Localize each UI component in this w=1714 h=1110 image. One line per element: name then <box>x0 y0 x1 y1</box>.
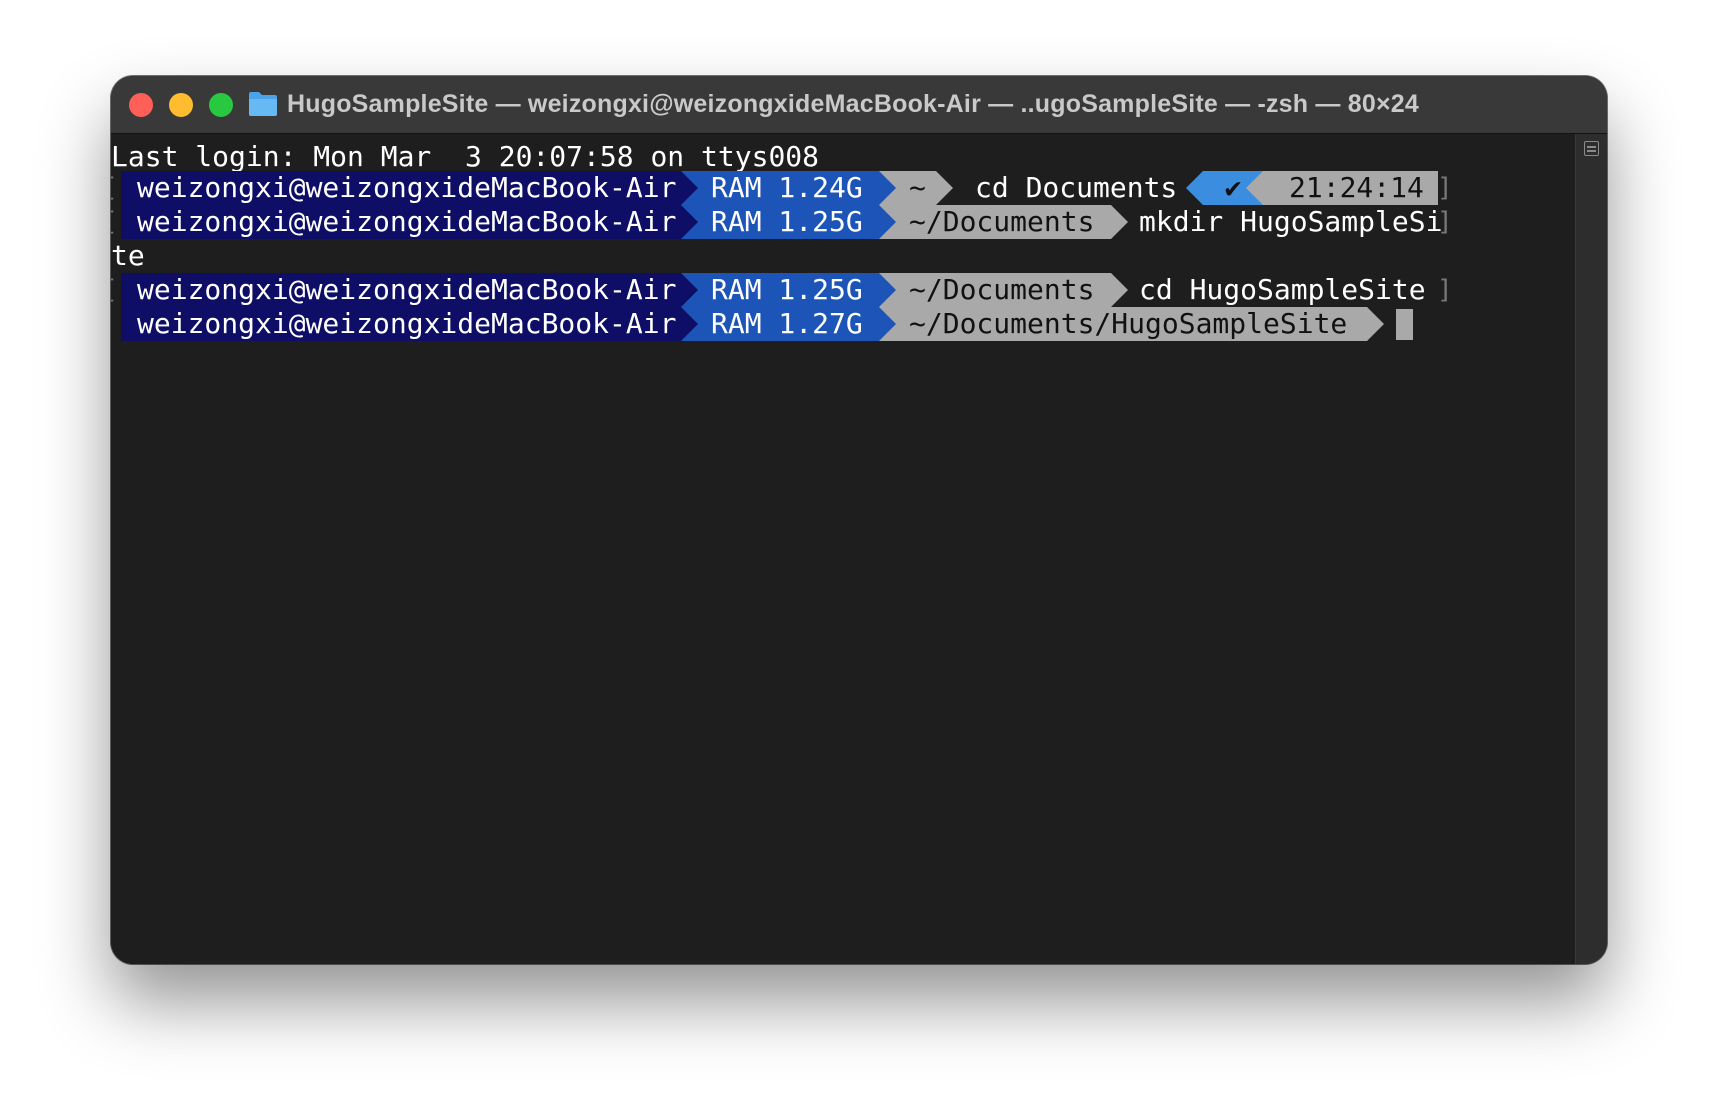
bracket-open: [ <box>111 273 118 307</box>
zoom-button[interactable] <box>209 93 233 117</box>
prompt-separator <box>681 307 698 341</box>
prompt-command: mkdir HugoSampleSi <box>1139 205 1443 238</box>
prompt-command: cd HugoSampleSite <box>1139 273 1426 306</box>
prompt-ram: RAM 1.25G <box>681 205 879 239</box>
status-separator <box>1246 171 1263 205</box>
prompt-separator <box>681 171 698 205</box>
prompt-user: weizongxi@weizongxideMacBook-Air <box>121 205 681 239</box>
last-login-line: Last login: Mon Mar 3 20:07:58 on ttys00… <box>111 140 819 174</box>
last-login-text: Last login: Mon Mar 3 20:07:58 on ttys00… <box>111 140 820 173</box>
window-title: HugoSampleSite — weizongxi@weizongxideMa… <box>287 90 1419 118</box>
prompt-user: weizongxi@weizongxideMacBook-Air <box>121 307 681 341</box>
bracket-open: [ <box>111 205 118 239</box>
prompt-path: ~/Documents <box>879 205 1111 239</box>
prompt-separator <box>879 171 896 205</box>
wrapped-line: te <box>111 239 212 273</box>
prompt-time: 21:24:14 <box>1263 171 1438 205</box>
prompt-separator <box>681 205 698 239</box>
prompt-separator <box>681 273 698 307</box>
prompt-separator <box>936 171 953 205</box>
prompt-line: [ weizongxi@weizongxideMacBook-Air RAM 1… <box>111 171 1575 205</box>
minimize-button[interactable] <box>169 93 193 117</box>
prompt-separator <box>1367 307 1384 341</box>
prompt-user: weizongxi@weizongxideMacBook-Air <box>121 171 681 205</box>
prompt-ram: RAM 1.25G <box>681 273 879 307</box>
terminal-content[interactable]: Last login: Mon Mar 3 20:07:58 on ttys00… <box>111 134 1575 964</box>
prompt-separator <box>1111 205 1128 239</box>
prompt-separator <box>1111 273 1128 307</box>
wrapped-command-text: te <box>111 239 145 272</box>
prompt-command: cd Documents <box>975 171 1178 204</box>
prompt-separator <box>879 307 896 341</box>
bracket-close: ] <box>1437 207 1453 237</box>
title-bar[interactable]: HugoSampleSite — weizongxi@weizongxideMa… <box>111 76 1607 134</box>
prompt-ram: RAM 1.27G <box>681 307 879 341</box>
prompt-line: [ weizongxi@weizongxideMacBook-Air RAM 1… <box>111 273 1575 307</box>
prompt-path: ~/Documents <box>879 273 1111 307</box>
status-separator <box>1186 171 1203 205</box>
prompt-ram: RAM 1.24G <box>681 171 879 205</box>
prompt-path: ~/Documents/HugoSampleSite <box>879 307 1367 341</box>
close-button[interactable] <box>129 93 153 117</box>
bracket-close: ] <box>1437 275 1453 305</box>
bracket-open: [ <box>111 171 118 205</box>
prompt-separator <box>879 273 896 307</box>
text-cursor[interactable] <box>1396 309 1413 340</box>
prompt-line: [ weizongxi@weizongxideMacBook-Air RAM 1… <box>111 205 1575 239</box>
folder-icon <box>249 92 277 116</box>
terminal-window: HugoSampleSite — weizongxi@weizongxideMa… <box>111 76 1607 964</box>
bracket-close: ] <box>1437 173 1453 203</box>
prompt-separator <box>879 205 896 239</box>
prompt-line-current: weizongxi@weizongxideMacBook-Air RAM 1.2… <box>111 307 1575 341</box>
prompt-user: weizongxi@weizongxideMacBook-Air <box>121 273 681 307</box>
scrollbar[interactable] <box>1575 134 1607 964</box>
split-pane-icon[interactable] <box>1584 141 1599 156</box>
